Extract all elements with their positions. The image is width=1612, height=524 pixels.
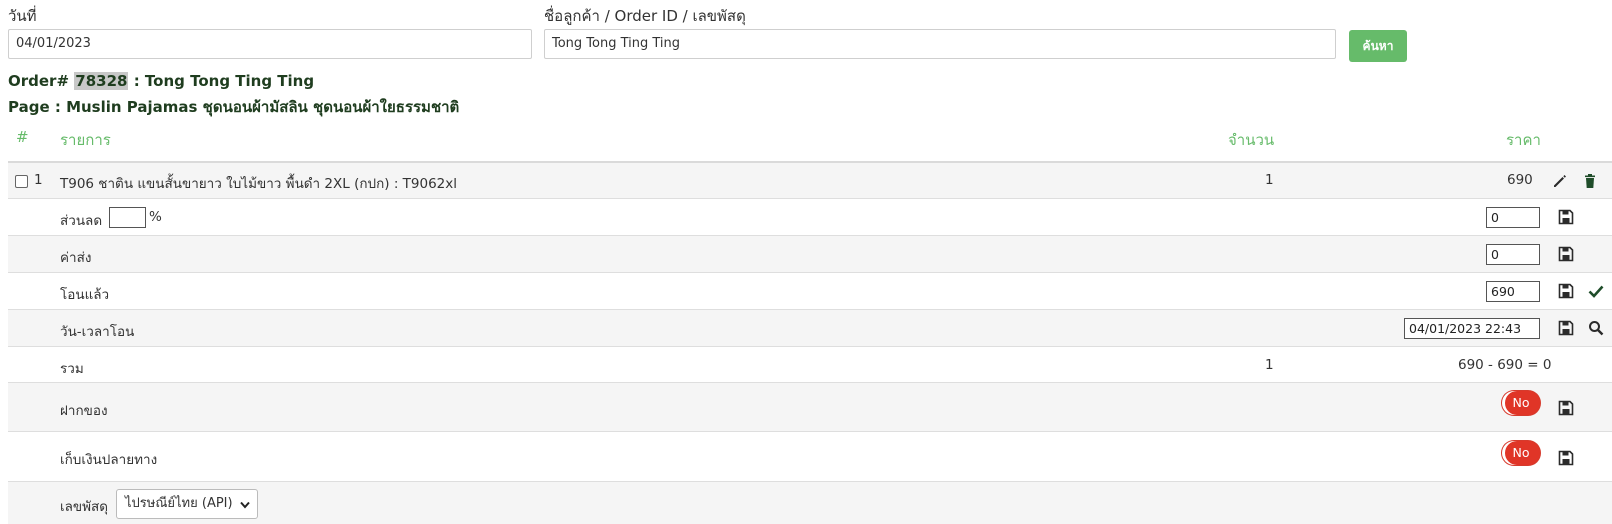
save-floppy-icon[interactable] [1558,450,1574,466]
carrier-select[interactable]: ไปรษณีย์ไทย (API) [116,489,258,519]
col-header-qty: จำนวน [1228,131,1275,149]
trash-icon[interactable] [1582,173,1598,189]
save-floppy-icon[interactable] [1558,246,1574,262]
order-customer: : Tong Tong Ting Ting [133,72,315,90]
total-label: รวม [60,361,84,377]
total-value: 690 - 690 = 0 [1458,357,1552,373]
discount-row: ส่วนลด % 0 [8,198,1612,235]
save-floppy-icon[interactable] [1558,283,1574,299]
discount-label: ส่วนลด [60,213,103,229]
col-header-price: ราคา [1506,131,1541,149]
item-number: 1 [34,172,43,188]
shipping-row: ค่าส่ง 0 [8,235,1612,272]
deposit-toggle[interactable]: No [1502,391,1540,415]
transferred-value-input[interactable]: 690 [1486,281,1540,302]
cod-label: เก็บเงินปลายทาง [60,452,158,468]
save-floppy-icon[interactable] [1558,209,1574,225]
customer-search-label: ชื่อลูกค้า / Order ID / เลขพัสดุ [544,7,746,25]
item-price: 690 [1507,172,1533,188]
customer-search-input[interactable]: Tong Tong Ting Ting [544,29,1336,59]
date-label: วันที่ [8,7,37,25]
transferred-label: โอนแล้ว [60,287,110,303]
shipping-value-input[interactable]: 0 [1486,244,1540,265]
order-id: 78328 [74,72,129,90]
transferred-row: โอนแล้ว 690 [8,272,1612,309]
item-qty: 1 [1265,172,1274,188]
deposit-label: ฝากของ [60,403,108,419]
order-prefix: Order# [8,72,70,90]
cod-row: เก็บเงินปลายทาง No [8,431,1612,481]
order-page: Page : Muslin Pajamas ชุดนอนผ้ามัสลิน ชุ… [8,98,460,116]
col-header-item: รายการ [60,131,111,149]
total-row: รวม 1 690 - 690 = 0 [8,346,1612,382]
total-qty: 1 [1265,357,1274,373]
transfer-datetime-label: วัน-เวลาโอน [60,324,135,340]
order-title: Order# 78328 : Tong Tong Ting Ting [8,72,314,90]
chevron-down-icon [240,501,250,509]
shipping-label: ค่าส่ง [60,250,92,266]
cod-toggle[interactable]: No [1502,441,1540,465]
search-button[interactable]: ค้นหา [1349,30,1407,62]
discount-percent-input[interactable] [109,207,146,228]
percent-sign: % [149,209,162,225]
tracking-row: เลขพัสดุ ไปรษณีย์ไทย (API) [8,481,1612,524]
table-row: 1 T906 ชาติน แขนสั้นขายาว ใบไม้ขาว พื้นด… [8,161,1612,198]
col-header-num: # [16,128,29,146]
search-icon[interactable] [1588,320,1604,336]
discount-value-input[interactable]: 0 [1486,207,1540,228]
save-floppy-icon[interactable] [1558,320,1574,336]
transfer-datetime-row: วัน-เวลาโอน 04/01/2023 22:43 [8,309,1612,346]
check-icon[interactable] [1588,283,1604,299]
tracking-label: เลขพัสดุ [60,499,109,515]
save-floppy-icon[interactable] [1558,400,1574,416]
item-name: T906 ชาติน แขนสั้นขายาว ใบไม้ขาว พื้นดำ … [60,176,458,192]
edit-pencil-icon[interactable] [1552,173,1568,189]
carrier-select-value: ไปรษณีย์ไทย (API) [125,496,233,511]
transfer-datetime-input[interactable]: 04/01/2023 22:43 [1404,318,1540,339]
deposit-row: ฝากของ No [8,382,1612,431]
date-input[interactable]: 04/01/2023 [8,29,532,59]
item-checkbox[interactable] [15,175,28,188]
